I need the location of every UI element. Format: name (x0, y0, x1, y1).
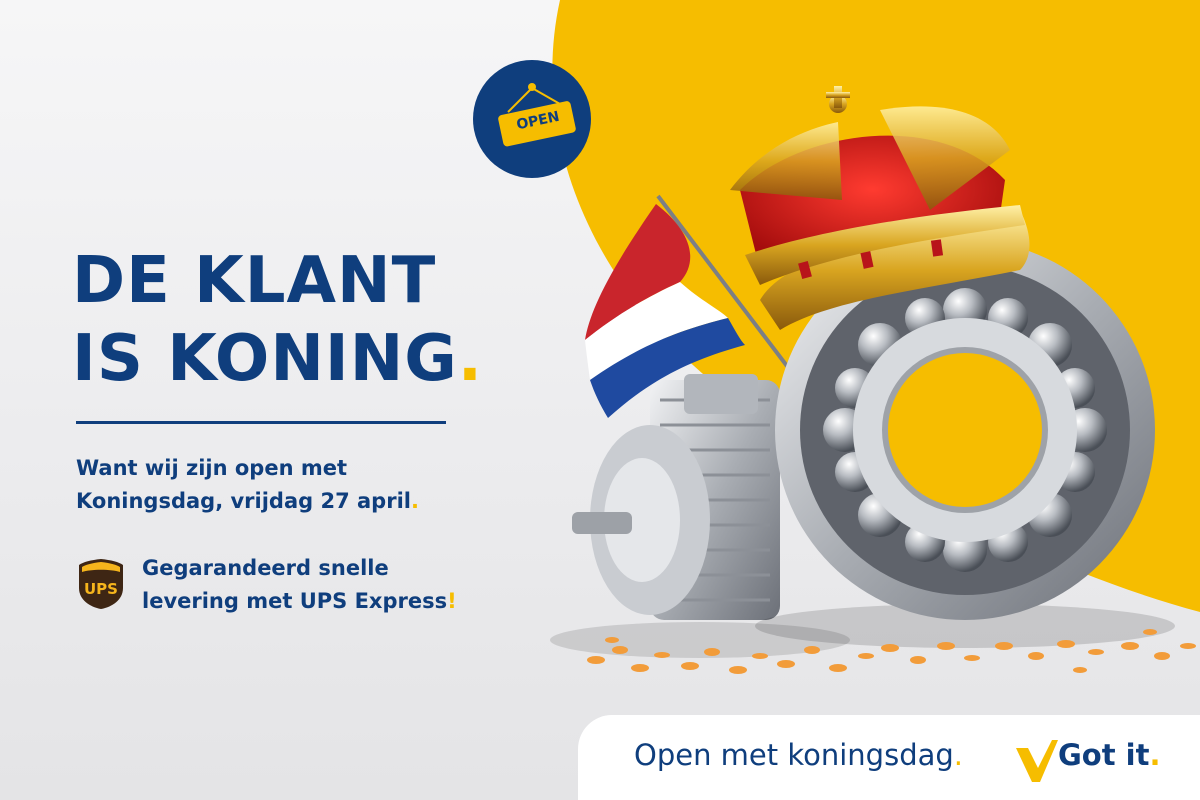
headline-line-2-text: IS KONING (72, 322, 458, 396)
footer-tagline-text: Open met koningsdag (634, 738, 954, 772)
brand-name-text: Got it (1058, 738, 1150, 772)
delivery-text: Gegarandeerd snelle levering met UPS Exp… (142, 552, 457, 618)
intro-line-2-text: Koningsdag, vrijdag 27 april (76, 489, 411, 513)
headline-line-2: IS KONING. (72, 320, 483, 398)
checkmark-logo-icon (1016, 740, 1058, 782)
headline-line-1: DE KLANT (72, 244, 437, 318)
intro-line-2: Koningsdag, vrijdag 27 april. (76, 485, 419, 518)
ups-logo-text: UPS (84, 580, 118, 598)
ad-banner: OPEN DE KLANT IS KONING. Want wij zijn o… (0, 0, 1200, 800)
headline-divider (76, 421, 446, 424)
intro-line-1: Want wij zijn open met (76, 456, 348, 480)
intro-accent-dot: . (410, 489, 419, 513)
footer-tagline-dot: . (953, 738, 963, 772)
headline: DE KLANT IS KONING. (72, 242, 483, 398)
delivery-line-1: Gegarandeerd snelle (142, 556, 389, 580)
headline-accent-dot: . (457, 322, 484, 396)
intro-text: Want wij zijn open met Koningsdag, vrijd… (76, 452, 419, 518)
delivery-line-2-text: levering met UPS Express (142, 589, 448, 613)
ups-logo-icon: UPS (79, 559, 123, 609)
delivery-line-2: levering met UPS Express! (142, 585, 457, 618)
brand-name: Got it. (1058, 738, 1161, 772)
footer-tagline: Open met koningsdag. (634, 738, 963, 772)
brand-name-dot: . (1149, 738, 1161, 772)
delivery-accent-mark: ! (447, 589, 457, 613)
banner-artwork (473, 0, 1200, 674)
